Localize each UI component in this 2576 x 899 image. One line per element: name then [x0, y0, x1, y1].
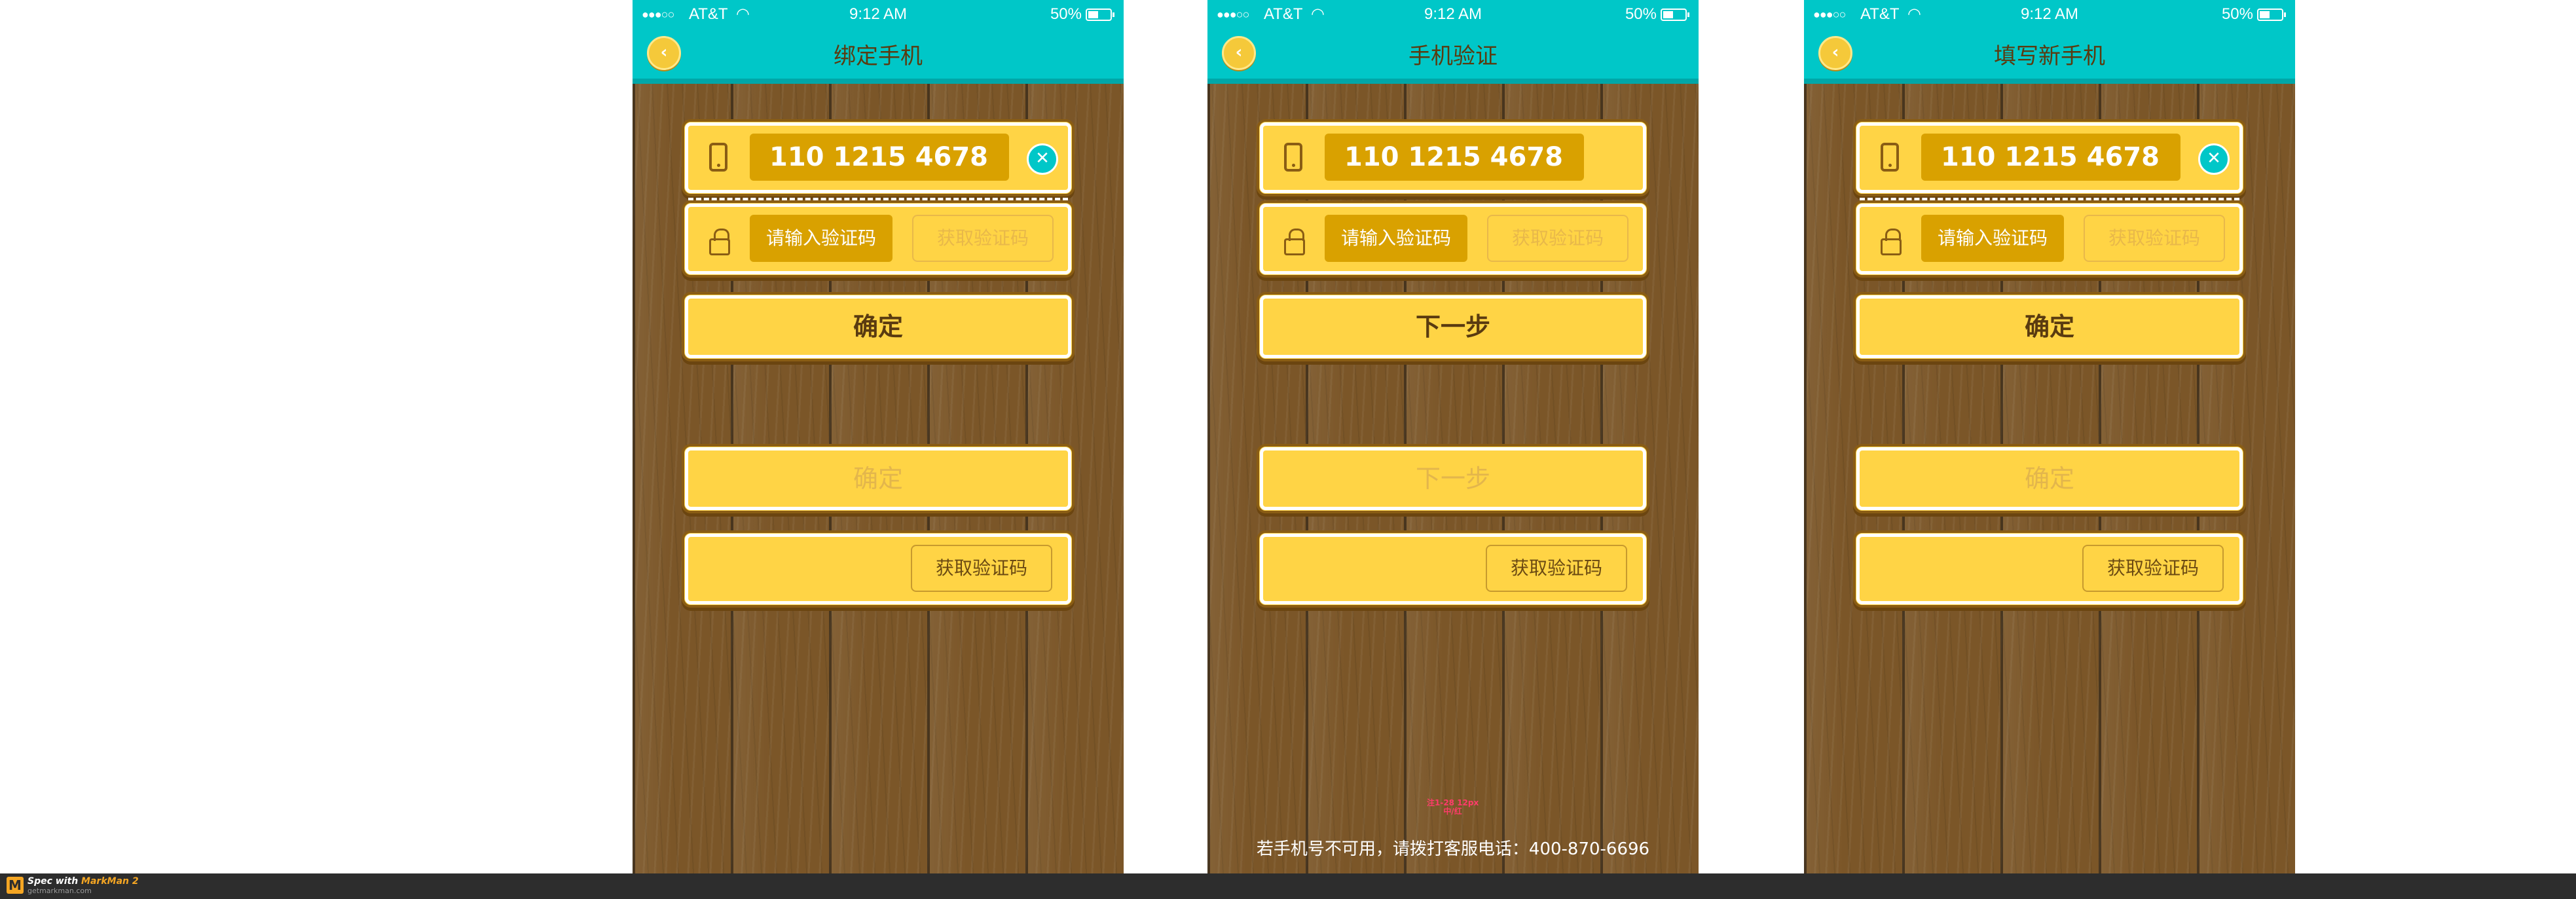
clear-button[interactable]: ✕ [2198, 143, 2230, 175]
header: ●●●○○ AT&T ◠ 9:12 AM 50% ‹ 手机验证 [1207, 0, 1699, 84]
header: ●●●○○ AT&T ◠ 9:12 AM 50% ‹ 绑定手机 [633, 0, 1124, 84]
phone-icon [1881, 143, 1899, 172]
battery-percent: 50% [1050, 5, 1082, 23]
get-code-row-sample: 获取验证码 [682, 530, 1075, 608]
confirm-button[interactable]: 确定 [1853, 292, 2246, 361]
confirm-button[interactable]: 确定 [682, 292, 1075, 361]
get-code-row-sample: 获取验证码 [1853, 530, 2246, 608]
footer-spec-with: Spec with [28, 876, 79, 887]
battery-percent: 50% [1625, 5, 1657, 23]
get-code-button[interactable]: 获取验证码 [1486, 545, 1627, 592]
get-code-row-sample: 获取验证码 [1257, 530, 1649, 608]
code-input[interactable]: 请输入验证码 [1921, 215, 2064, 262]
screen-verify-phone: ●●●○○ AT&T ◠ 9:12 AM 50% ‹ 手机验证 110 1215… [1207, 0, 1699, 873]
header: ●●●○○ AT&T ◠ 9:12 AM 50% ‹ 填写新手机 [1804, 0, 2295, 84]
battery-icon [1661, 9, 1689, 21]
phone-icon [709, 143, 727, 172]
code-input[interactable]: 请输入验证码 [750, 215, 892, 262]
battery-percent: 50% [2221, 5, 2253, 23]
lock-icon [1284, 229, 1305, 255]
phone-field: 110 1215 4678 [1325, 134, 1584, 181]
phone-row: 110 1215 4678 ✕ [682, 119, 1075, 196]
close-icon: ✕ [1035, 149, 1050, 168]
spec-marker: 注1-28 12px 中/红 [1427, 798, 1479, 816]
code-row: 请输入验证码 获取验证码 [682, 200, 1075, 278]
markman-footer: M Spec with MarkMan 2 getmarkman.com [0, 873, 2576, 899]
get-code-button-disabled: 获取验证码 [912, 215, 1054, 262]
page-title: 绑定手机 [834, 43, 923, 69]
footer-url: getmarkman.com [28, 887, 92, 895]
footer-brand: MarkMan 2 [81, 876, 139, 887]
battery-icon [2257, 9, 2286, 21]
lock-icon [1881, 229, 1902, 255]
phone-icon [1284, 143, 1302, 172]
phone-field[interactable]: 110 1215 4678 [1921, 134, 2180, 181]
get-code-button[interactable]: 获取验证码 [911, 545, 1052, 592]
get-code-button[interactable]: 获取验证码 [2082, 545, 2224, 592]
status-bar: ●●●○○ AT&T ◠ 9:12 AM 50% [1804, 4, 2295, 26]
next-button[interactable]: 下一步 [1257, 292, 1649, 361]
phone-field[interactable]: 110 1215 4678 [750, 134, 1009, 181]
footer-caption: Spec with MarkMan 2 [28, 876, 139, 887]
close-icon: ✕ [2207, 149, 2221, 168]
code-input[interactable]: 请输入验证码 [1325, 215, 1467, 262]
page-title: 填写新手机 [1994, 43, 2105, 69]
get-code-button-disabled: 获取验证码 [2084, 215, 2225, 262]
markman-logo-icon: M [7, 877, 24, 894]
battery-icon [1086, 9, 1114, 21]
next-button-disabled: 下一步 [1257, 444, 1649, 513]
screen-new-phone: ●●●○○ AT&T ◠ 9:12 AM 50% ‹ 填写新手机 110 121… [1804, 0, 2295, 873]
page-title: 手机验证 [1408, 43, 1498, 69]
status-bar: ●●●○○ AT&T ◠ 9:12 AM 50% [633, 4, 1124, 26]
get-code-button-disabled: 获取验证码 [1487, 215, 1628, 262]
phone-row: 110 1215 4678 [1257, 119, 1649, 196]
code-row: 请输入验证码 获取验证码 [1853, 200, 2246, 278]
phone-row: 110 1215 4678 ✕ [1853, 119, 2246, 196]
screen-bind-phone: ●●●○○ AT&T ◠ 9:12 AM 50% ‹ 绑定手机 110 1215… [633, 0, 1124, 873]
code-row: 请输入验证码 获取验证码 [1257, 200, 1649, 278]
status-bar: ●●●○○ AT&T ◠ 9:12 AM 50% [1207, 4, 1699, 26]
support-hint: 若手机号不可用，请拨打客服电话：400-870-6696 [1256, 839, 1650, 859]
confirm-button-disabled: 确定 [682, 444, 1075, 513]
confirm-button-disabled: 确定 [1853, 444, 2246, 513]
clear-button[interactable]: ✕ [1027, 143, 1058, 175]
lock-icon [709, 229, 730, 255]
